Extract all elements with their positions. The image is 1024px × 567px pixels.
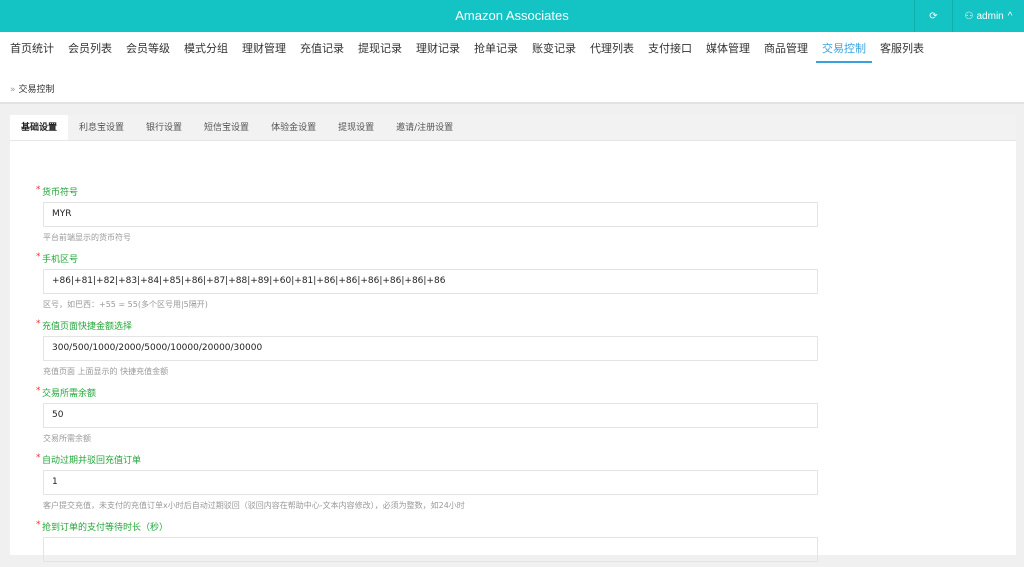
nav-item[interactable]: 抢单记录 — [468, 32, 524, 65]
field-input[interactable]: MYR — [43, 202, 818, 227]
form-field: 抢到订单的支付等待时长（秒） — [36, 519, 818, 567]
nav-item[interactable]: 支付接口 — [642, 32, 698, 65]
field-help: 客户提交充值，未支付的充值订单x小时后自动过期驳回（驳回内容在帮助中心-文本内容… — [43, 501, 465, 510]
refresh-icon: ⟳ — [929, 10, 938, 22]
tab[interactable]: 提现设置 — [327, 115, 385, 140]
field-label: 自动过期并驳回充值订单 — [36, 452, 818, 467]
nav-item[interactable]: 交易控制 — [816, 32, 872, 65]
tab[interactable]: 短信宝设置 — [193, 115, 260, 140]
settings-tabs: 基础设置 利息宝设置 银行设置 短信宝设置 体验金设置 提现设置 邀请/注册设置 — [10, 115, 1016, 141]
settings-card: 基础设置利息宝设置银行设置短信宝设置体验金设置提现设置邀请/注册设置 货币符号 M… — [10, 115, 1016, 562]
nav-item[interactable]: 理财记录 — [410, 32, 466, 65]
field-input[interactable]: 300/500/1000/2000/5000/10000/20000/30000 — [43, 336, 818, 361]
field-input[interactable]: 1 — [43, 470, 818, 495]
nav-item[interactable]: 模式分组 — [178, 32, 234, 65]
field-help: 交易所需余额 — [43, 434, 91, 443]
field-help: 充值页面 上面显示的 快捷充值金额 — [43, 367, 169, 376]
tab[interactable]: 利息宝设置 — [68, 115, 135, 140]
tab[interactable]: 银行设置 — [135, 115, 193, 140]
field-label: 抢到订单的支付等待时长（秒） — [36, 519, 818, 534]
field-input[interactable]: 50 — [43, 403, 818, 428]
nav-item[interactable]: 客服列表 — [874, 32, 930, 65]
form-field: 充值页面快捷金额选择 300/500/1000/2000/5000/10000/2… — [36, 318, 818, 377]
field-input[interactable] — [43, 537, 818, 562]
username: admin — [976, 10, 1004, 22]
nav-item[interactable]: 会员列表 — [62, 32, 118, 65]
form-field: 手机区号 +86|+81|+82|+83|+84|+85|+86|+87|+88|… — [36, 251, 818, 310]
field-help: 区号，如巴西：+55 = 55(多个区号用|5隔开) — [43, 300, 208, 309]
field-label: 充值页面快捷金额选择 — [36, 318, 818, 333]
app-title: Amazon Associates — [455, 8, 569, 23]
tab[interactable]: 邀请/注册设置 — [385, 115, 464, 140]
nav-item[interactable]: 首页统计 — [4, 32, 60, 65]
nav-item[interactable]: 媒体管理 — [700, 32, 756, 65]
user-icon: ⚇ — [964, 10, 974, 22]
field-label: 手机区号 — [36, 251, 818, 266]
tab[interactable]: 基础设置 — [10, 115, 69, 140]
form-field: 货币符号 MYR 平台前端显示的货币符号 — [36, 184, 818, 243]
field-label: 交易所需余额 — [36, 385, 818, 400]
breadcrumb-separator: » — [10, 85, 16, 95]
form-field: 交易所需余额 50 交易所需余额 — [36, 385, 818, 444]
nav-item[interactable]: 提现记录 — [352, 32, 408, 65]
chevron-up-icon: ^ — [1007, 10, 1013, 22]
field-help: 平台前端显示的货币符号 — [43, 233, 131, 242]
field-input[interactable]: +86|+81|+82|+83|+84|+85|+86|+87|+88|+89|… — [43, 269, 818, 294]
refresh-button[interactable]: ⟳ — [914, 0, 952, 32]
main-nav: 首页统计 会员列表 会员等级 模式分组 理财管理 充值记录 提现记录 理财记录 抢单记录 账变记录… — [0, 32, 1024, 104]
nav-item[interactable]: 会员等级 — [120, 32, 176, 65]
user-menu[interactable]: ⚇ admin ^ — [952, 0, 1024, 32]
nav-item[interactable]: 充值记录 — [294, 32, 350, 65]
tab[interactable]: 体验金设置 — [260, 115, 327, 140]
form-field: 自动过期并驳回充值订单 1 客户提交充值，未支付的充值订单x小时后自动过期驳回（驳回… — [36, 452, 818, 511]
nav-item[interactable]: 账变记录 — [526, 32, 582, 65]
nav-item[interactable]: 理财管理 — [236, 32, 292, 65]
breadcrumb: » 交易控制 — [10, 82, 55, 95]
nav-item[interactable]: 商品管理 — [758, 32, 814, 65]
breadcrumb-current[interactable]: 交易控制 — [19, 85, 55, 95]
app-header: Amazon Associates ⟳ ⚇ admin ^ — [0, 0, 1024, 32]
field-label: 货币符号 — [36, 184, 818, 199]
nav-item[interactable]: 代理列表 — [584, 32, 640, 65]
